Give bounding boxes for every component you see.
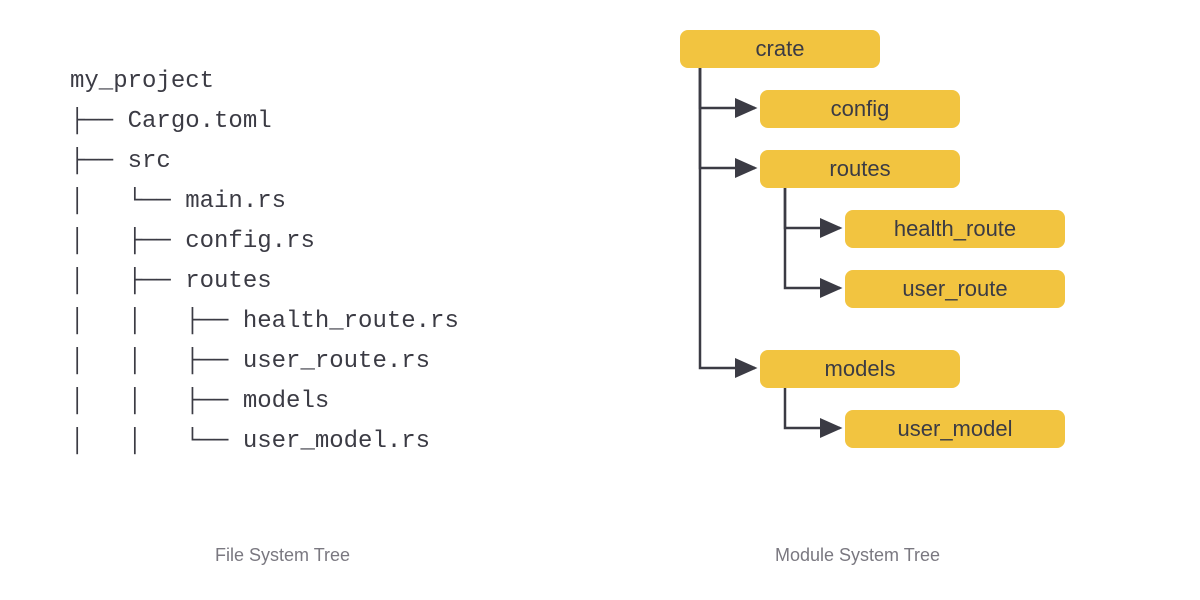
- fs-line: │ ├── config.rs: [70, 228, 315, 255]
- caption-file-system: File System Tree: [215, 545, 350, 566]
- module-node-config: config: [760, 90, 960, 128]
- module-node-routes: routes: [760, 150, 960, 188]
- file-system-tree: my_project ├── Cargo.toml ├── src │ └── …: [70, 62, 459, 462]
- module-node-user-route: user_route: [845, 270, 1065, 308]
- module-node-user-model: user_model: [845, 410, 1065, 448]
- diagram-canvas: my_project ├── Cargo.toml ├── src │ └── …: [0, 0, 1200, 600]
- fs-line: │ └── main.rs: [70, 188, 286, 215]
- module-node-models: models: [760, 350, 960, 388]
- fs-line: │ │ ├── models: [70, 388, 329, 415]
- fs-line: │ ├── routes: [70, 268, 272, 295]
- fs-line: ├── Cargo.toml: [70, 108, 272, 135]
- module-node-crate: crate: [680, 30, 880, 68]
- fs-line: │ │ ├── health_route.rs: [70, 308, 459, 335]
- fs-line: │ │ ├── user_route.rs: [70, 348, 430, 375]
- fs-line: my_project: [70, 68, 214, 95]
- module-node-health-route: health_route: [845, 210, 1065, 248]
- fs-line: ├── src: [70, 148, 171, 175]
- caption-module-system: Module System Tree: [775, 545, 940, 566]
- module-system-tree: crate config routes health_route user_ro…: [640, 30, 1160, 530]
- fs-line: │ │ └── user_model.rs: [70, 428, 430, 455]
